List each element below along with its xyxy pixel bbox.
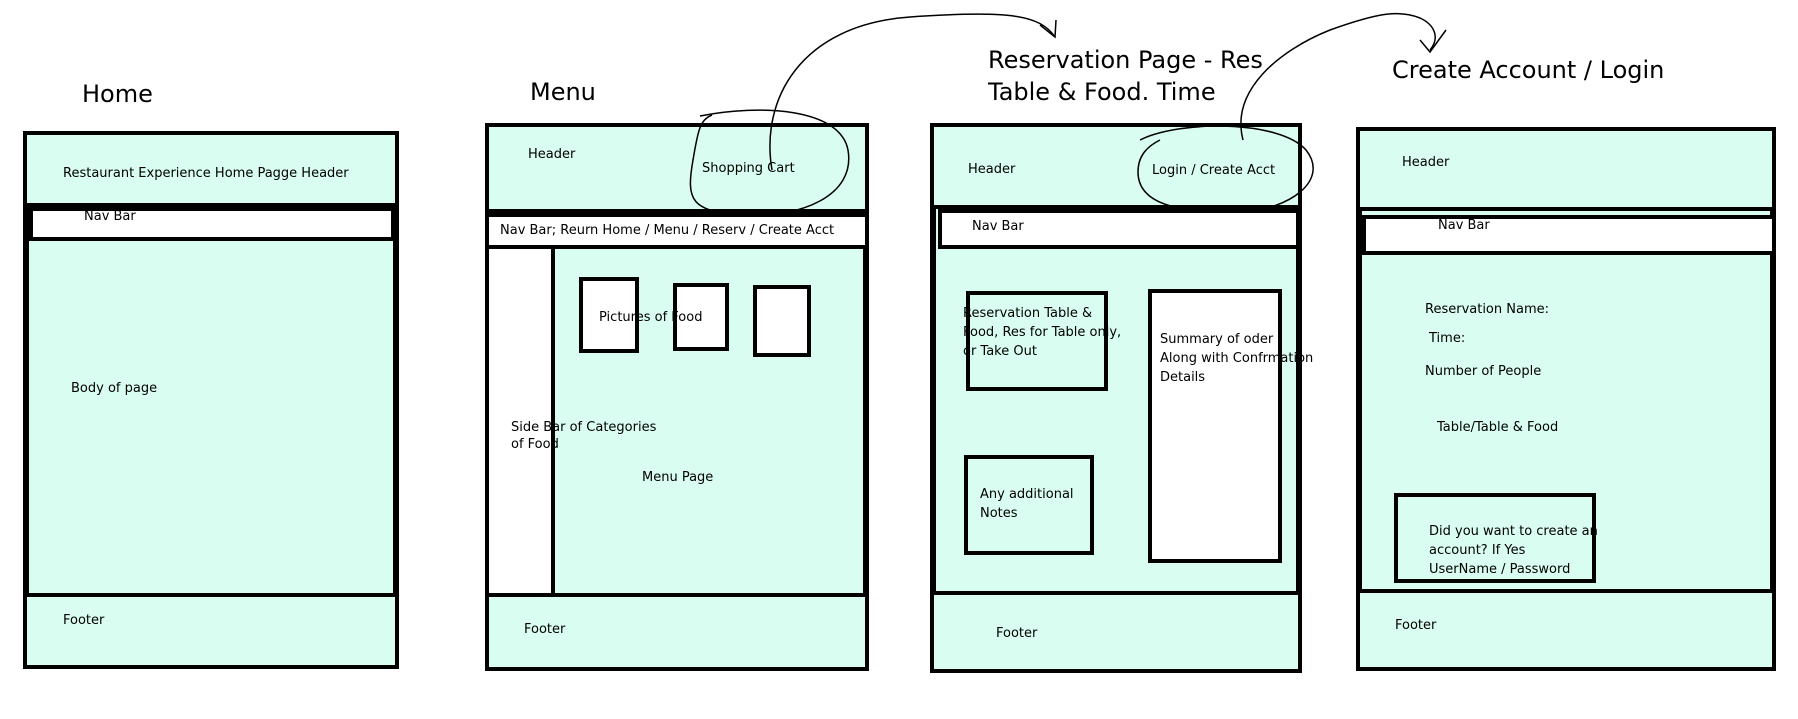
shopping-cart-circle [689,109,850,216]
login-to-account-arrowhead [1419,29,1447,54]
login-circle [1137,125,1314,213]
flow-arrows [689,12,1447,216]
login-to-account-arrow [1240,12,1436,141]
cart-to-reservation-arrow [769,13,1056,171]
